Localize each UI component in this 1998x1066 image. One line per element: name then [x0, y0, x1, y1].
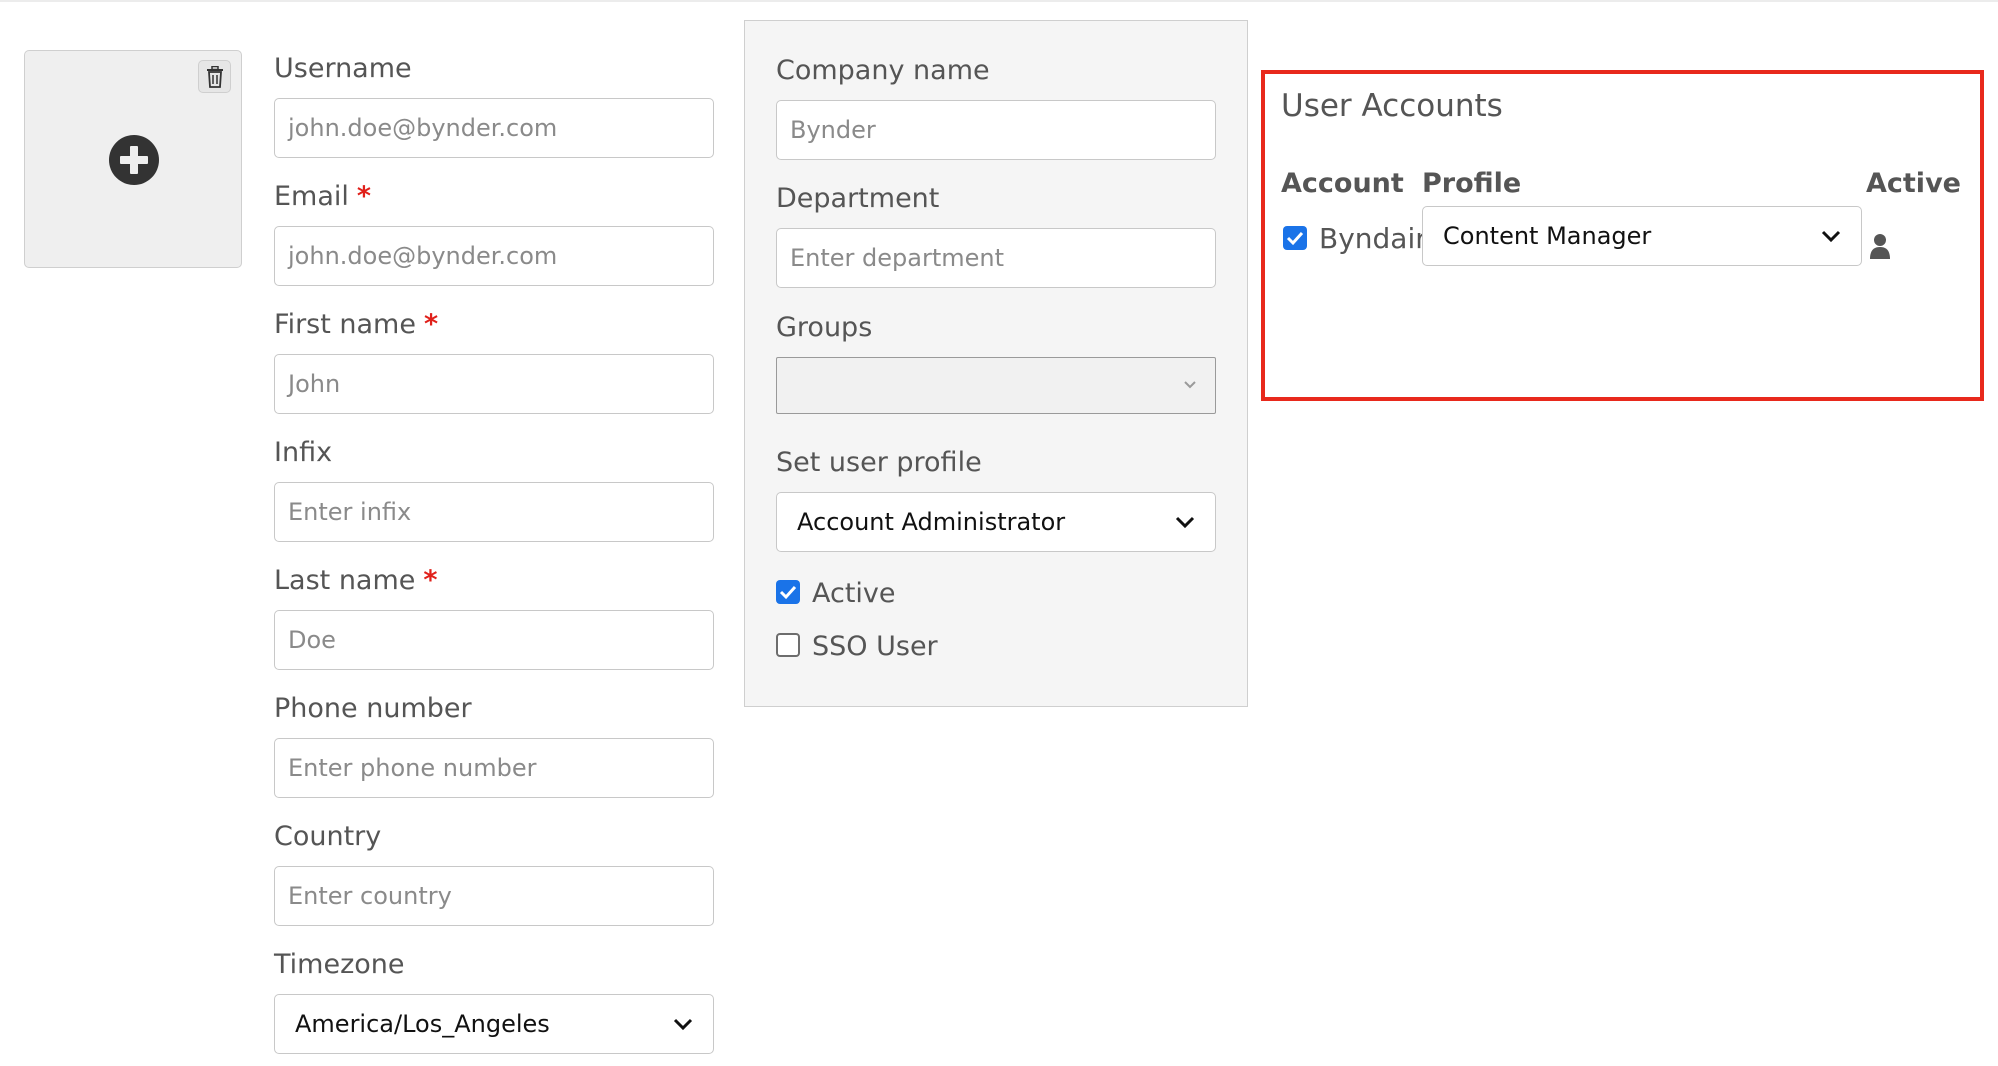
profile-column-header: Profile — [1422, 168, 1522, 199]
account-column-header: Account — [1281, 168, 1404, 199]
groups-label: Groups — [776, 312, 873, 343]
plus-circle-icon[interactable] — [109, 135, 159, 185]
phone-input[interactable]: Enter phone number — [274, 738, 714, 798]
username-label: Username — [274, 53, 412, 84]
checkmark-icon — [1286, 231, 1304, 246]
country-input[interactable]: Enter country — [274, 866, 714, 926]
last-name-input[interactable]: Doe — [274, 610, 714, 670]
delete-avatar-button[interactable] — [198, 60, 231, 93]
active-column-header: Active — [1866, 168, 1961, 199]
account-name: Byndair — [1319, 222, 1427, 255]
top-divider — [0, 0, 1998, 2]
sso-user-label: SSO User — [812, 631, 938, 662]
user-profile-value: Account Administrator — [797, 508, 1066, 536]
user-accounts-section: User Accounts Account Profile Active Byn… — [1261, 70, 1984, 401]
active-checkbox[interactable] — [776, 580, 800, 604]
user-icon — [1870, 234, 1890, 259]
timezone-label: Timezone — [274, 949, 405, 980]
user-profile-select[interactable]: Account Administrator — [776, 492, 1216, 552]
phone-label: Phone number — [274, 693, 472, 724]
timezone-select[interactable]: America/Los_Angeles — [274, 994, 714, 1054]
infix-input[interactable]: Enter infix — [274, 482, 714, 542]
account-profile-value: Content Manager — [1443, 222, 1652, 250]
user-profile-label: Set user profile — [776, 447, 982, 478]
first-name-label: First name * — [274, 309, 439, 340]
account-row-checkbox[interactable] — [1283, 226, 1307, 250]
country-label: Country — [274, 821, 382, 852]
email-input[interactable]: john.doe@bynder.com — [274, 226, 714, 286]
department-input[interactable]: Enter department — [776, 228, 1216, 288]
groups-select[interactable] — [776, 357, 1216, 414]
required-marker: * — [423, 309, 439, 340]
checkmark-icon — [779, 585, 797, 600]
user-accounts-title: User Accounts — [1281, 88, 1503, 124]
infix-label: Infix — [274, 437, 333, 468]
trash-icon — [206, 65, 223, 88]
chevron-down-icon — [1175, 516, 1195, 529]
company-label: Company name — [776, 55, 990, 86]
last-name-label: Last name * — [274, 565, 438, 596]
chevron-down-icon — [673, 1018, 693, 1031]
company-input[interactable]: Bynder — [776, 100, 1216, 160]
required-marker: * — [356, 181, 372, 212]
chevron-down-icon — [1184, 381, 1196, 389]
timezone-value: America/Los_Angeles — [295, 1010, 550, 1038]
required-marker: * — [423, 565, 438, 596]
username-input[interactable]: john.doe@bynder.com — [274, 98, 714, 158]
first-name-input[interactable]: John — [274, 354, 714, 414]
avatar-upload[interactable] — [24, 50, 242, 268]
department-label: Department — [776, 183, 940, 214]
active-checkbox-label: Active — [812, 578, 896, 609]
sso-user-checkbox[interactable] — [776, 633, 800, 657]
chevron-down-icon — [1821, 230, 1841, 243]
account-profile-select[interactable]: Content Manager — [1422, 206, 1862, 266]
email-label: Email * — [274, 181, 372, 212]
